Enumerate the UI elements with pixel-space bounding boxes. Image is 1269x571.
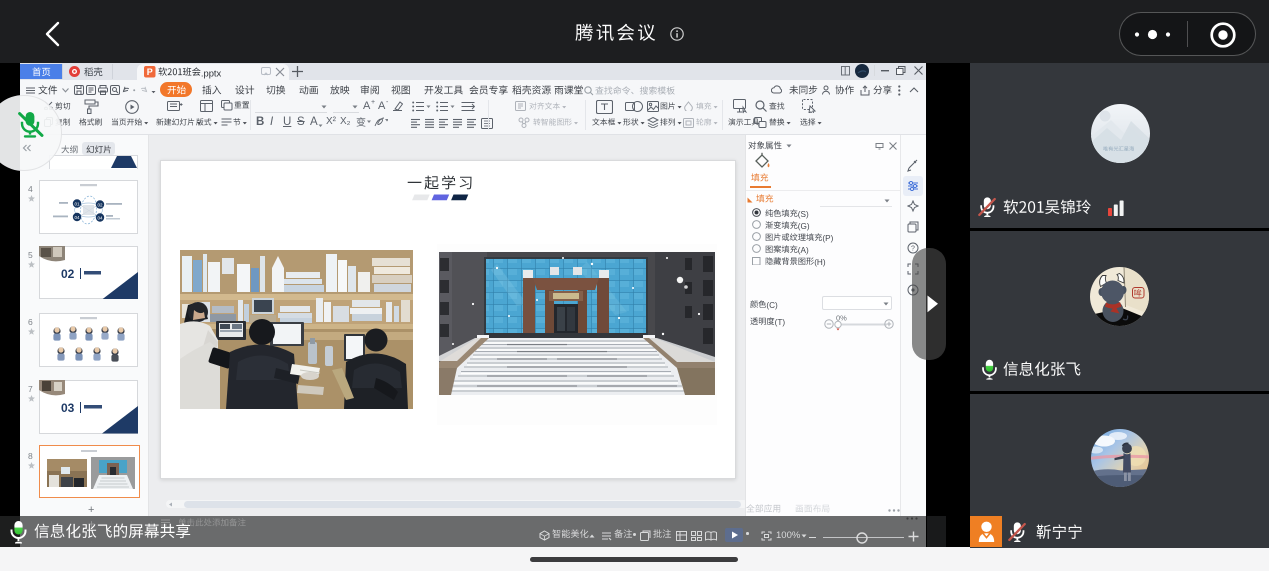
svg-text:(H): (H) xyxy=(814,258,826,267)
svg-text:(A): (A) xyxy=(798,246,809,255)
svg-text:(G): (G) xyxy=(798,222,810,231)
svg-text:(S): (S) xyxy=(798,210,809,219)
svg-text:.pptx: .pptx xyxy=(201,67,222,78)
svg-text:?: ? xyxy=(911,246,915,253)
svg-text:04: 04 xyxy=(74,215,80,220)
svg-text:(P): (P) xyxy=(822,234,833,243)
svg-text:P: P xyxy=(147,67,153,77)
svg-text:03: 03 xyxy=(61,401,75,415)
svg-text:01: 01 xyxy=(74,202,80,207)
svg-text:(T): (T) xyxy=(775,318,786,327)
svg-text:04: 04 xyxy=(97,216,103,221)
svg-text:02: 02 xyxy=(61,267,75,281)
svg-text:(C): (C) xyxy=(766,301,778,310)
svg-text:02: 02 xyxy=(97,203,103,208)
svg-text:0%: 0% xyxy=(836,315,847,323)
